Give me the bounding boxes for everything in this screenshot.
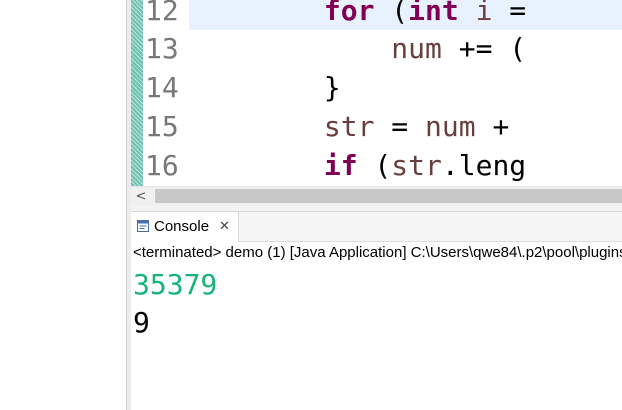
line-number: 15 xyxy=(145,110,179,143)
quick-diff-change-bar xyxy=(131,0,143,186)
line-number: 13 xyxy=(145,32,179,65)
scroll-left-arrow-icon[interactable]: < xyxy=(131,187,151,206)
code-line[interactable]: if (str.leng xyxy=(189,147,526,185)
console-output-line: 9 xyxy=(133,306,150,339)
close-icon[interactable]: ✕ xyxy=(219,212,230,242)
line-number: 14 xyxy=(145,71,179,104)
keyword-token: int xyxy=(408,0,459,27)
code-token: ( xyxy=(357,149,392,182)
line-number: 12 xyxy=(145,0,179,27)
left-panel-blank xyxy=(0,0,126,410)
code-line[interactable]: str = num + xyxy=(189,108,509,146)
code-token: = xyxy=(374,110,426,143)
code-line[interactable]: } xyxy=(189,69,341,107)
scrollbar-thumb[interactable] xyxy=(155,189,622,203)
code-line[interactable]: num += ( xyxy=(189,30,526,68)
code-text-area[interactable]: for (int i = num += ( } str = num + if (… xyxy=(189,0,622,186)
variable-token: num xyxy=(425,110,476,143)
code-token: += ( xyxy=(441,32,527,65)
console-status-line: <terminated> demo (1) [Java Application]… xyxy=(133,244,622,261)
code-token: } xyxy=(189,71,341,104)
code-token: ( xyxy=(374,0,409,27)
variable-token: str xyxy=(391,149,442,182)
console-tab-bar: Console ✕ xyxy=(131,212,622,242)
line-number-ruler: 12 13 14 15 16 xyxy=(143,0,189,186)
line-number: 16 xyxy=(145,149,179,182)
horizontal-scrollbar[interactable]: < xyxy=(131,186,622,206)
code-token: + xyxy=(475,110,510,143)
console-tab-label: Console xyxy=(154,218,210,235)
code-line[interactable]: for (int i = xyxy=(189,0,526,30)
variable-token: num xyxy=(391,32,442,65)
variable-token: str xyxy=(323,110,375,143)
console-output[interactable]: 35379 9 xyxy=(133,266,622,410)
keyword-token: for xyxy=(323,0,375,27)
console-output-line: 35379 xyxy=(133,268,218,301)
code-token: = xyxy=(492,0,527,27)
keyword-token: if xyxy=(323,149,358,182)
code-editor[interactable]: 12 13 14 15 16 for (int i = num += ( } s… xyxy=(131,0,622,186)
tab-console[interactable]: Console ✕ xyxy=(131,212,239,242)
variable-token: i xyxy=(475,0,493,27)
console-icon xyxy=(137,220,149,232)
code-token: .leng xyxy=(441,149,527,182)
